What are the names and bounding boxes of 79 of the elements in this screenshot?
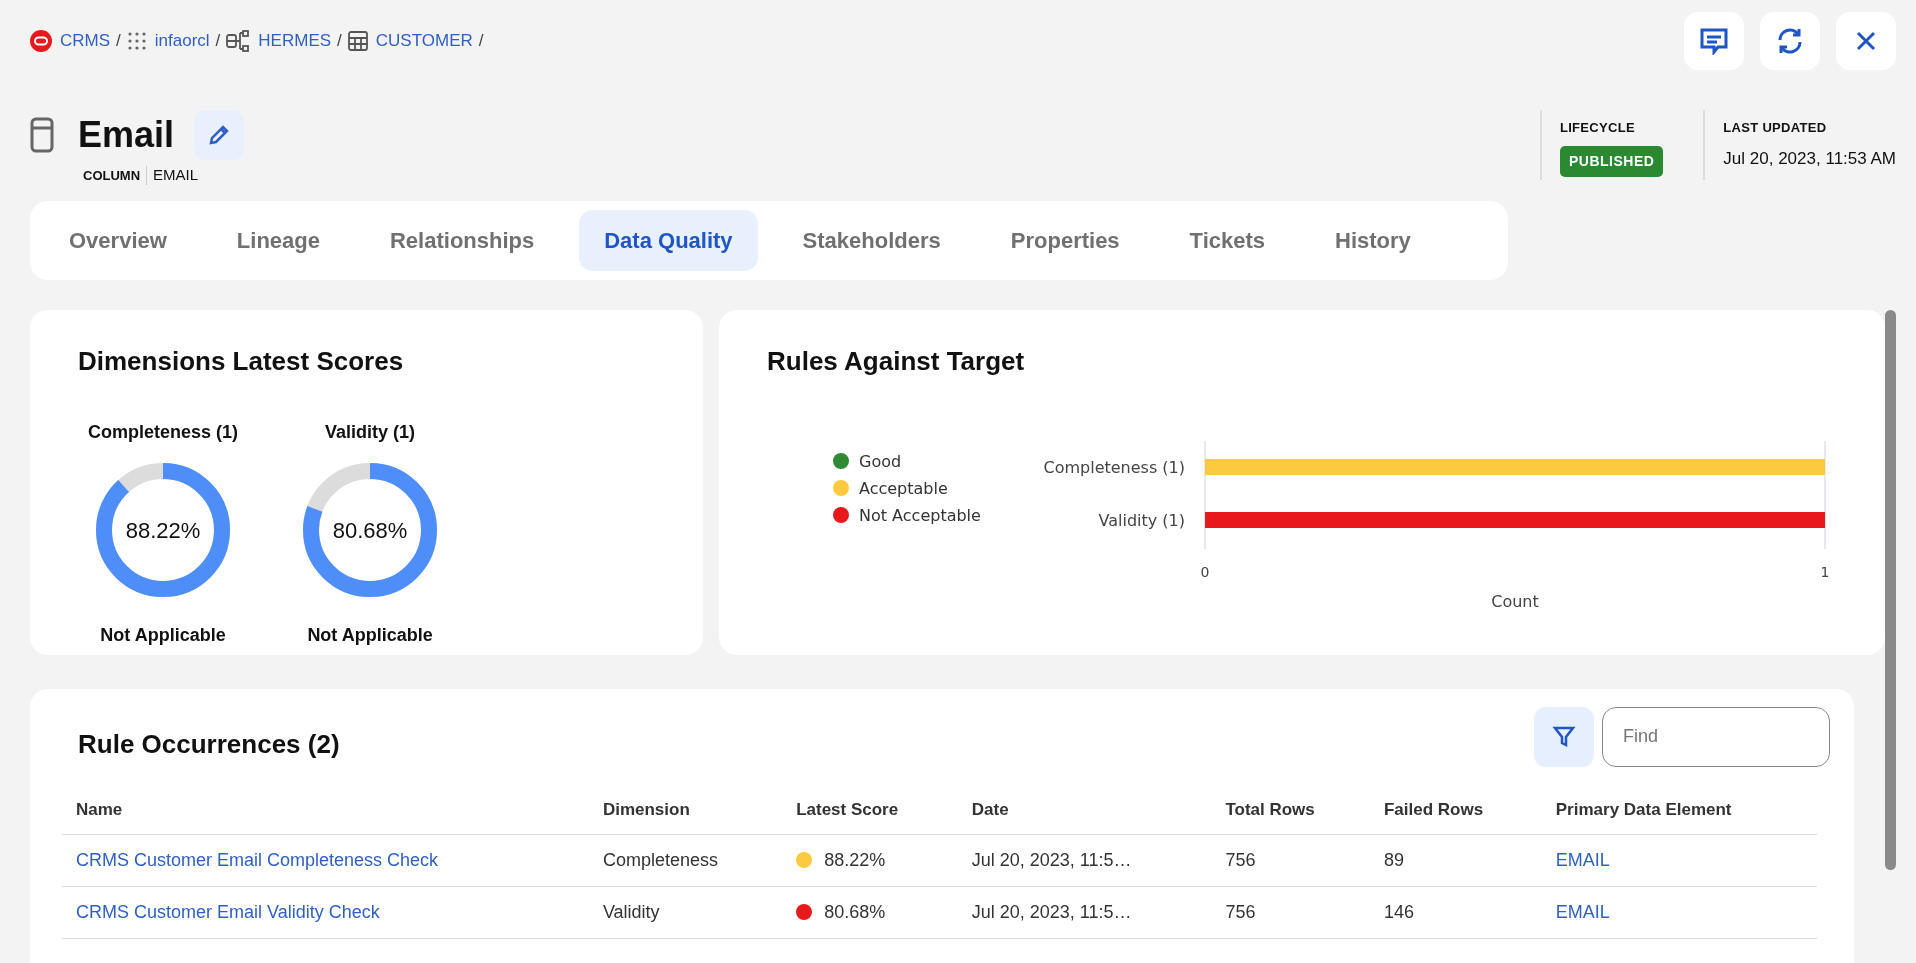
dimension-label: Validity (1) (325, 420, 416, 444)
asset-title: Email (78, 113, 175, 157)
last-updated-label: LAST UPDATED (1723, 119, 1828, 137)
table-icon (347, 30, 368, 51)
panel-title: Rules Against Target (767, 345, 1026, 377)
table-cell: Jul 20, 2023, 11:5… (971, 850, 1132, 870)
asset-type-label: COLUMN (83, 165, 148, 185)
tick-label: 0 (1200, 563, 1210, 580)
column-icon (30, 117, 54, 153)
legend-label: Not Acceptable (859, 505, 981, 525)
tab[interactable]: Overview (44, 209, 192, 271)
table-cell: 756 (1225, 902, 1256, 922)
donut-value: 80.68% (332, 516, 408, 545)
scrollbar-thumb[interactable] (1885, 310, 1896, 870)
rule-link[interactable]: CRMS Customer Email Validity Check (76, 902, 380, 922)
table-cell: 80.68% (824, 902, 886, 922)
category-label: Validity (1) (1098, 510, 1185, 530)
lifecycle-label: LIFECYCLE (1559, 119, 1636, 137)
table-cell: Completeness (602, 850, 718, 870)
tick-label: 1 (1820, 563, 1830, 580)
legend-item: Acceptable (833, 478, 948, 498)
legend-item: Good (833, 451, 902, 471)
last-updated-value: Jul 20, 2023, 11:53 AM (1723, 147, 1896, 170)
breadcrumb-link[interactable]: HERMES (258, 28, 332, 54)
breadcrumb-separator: / (478, 30, 484, 52)
find-field[interactable]: Find (1602, 706, 1830, 767)
grid-icon (126, 30, 147, 51)
tab[interactable]: Properties (985, 209, 1145, 271)
column-header: Total Rows (1211, 784, 1370, 835)
tab[interactable]: Relationships (365, 209, 560, 271)
column-header: Primary Data Element (1541, 784, 1817, 835)
rule-link[interactable]: CRMS Customer Email Completeness Check (76, 850, 439, 870)
column-header: Name (62, 784, 589, 835)
element-link[interactable]: EMAIL (1555, 850, 1610, 870)
table-cell: Jul 20, 2023, 11:5… (971, 902, 1132, 922)
column-header: Failed Rows (1370, 784, 1542, 835)
dimension-status: Not Applicable (100, 623, 226, 647)
category-label: Completeness (1) (1043, 457, 1185, 477)
column-header: Dimension (588, 784, 783, 835)
breadcrumb-separator: / (215, 30, 221, 52)
breadcrumb-link[interactable]: infaorcl (154, 28, 210, 54)
table-cell: 146 (1384, 902, 1415, 922)
breadcrumb-link[interactable]: CRMS (60, 28, 111, 54)
tab[interactable]: History (1310, 209, 1436, 271)
database-logo-icon (30, 29, 52, 52)
close-button[interactable] (1836, 12, 1896, 70)
breadcrumb-separator: / (116, 30, 121, 52)
axis-title: Count (1491, 591, 1539, 611)
table-cell: 88.22% (824, 850, 886, 870)
dimension-label: Completeness (1) (88, 420, 239, 444)
breadcrumb-separator: / (337, 30, 342, 52)
tab[interactable]: Tickets (1164, 209, 1291, 271)
table-cell: 89 (1384, 850, 1404, 870)
legend-label: Good (859, 451, 902, 471)
legend-label: Acceptable (859, 478, 948, 498)
table-cell: Validity (602, 902, 660, 922)
refresh-button[interactable] (1760, 12, 1820, 70)
comment-button[interactable] (1684, 12, 1744, 70)
breadcrumb-link[interactable]: CUSTOMER (375, 28, 473, 54)
comment-icon (1699, 27, 1729, 55)
panel-title: Dimensions Latest Scores (78, 345, 405, 377)
lifecycle-status: PUBLISHED (1559, 145, 1664, 177)
column-header: Date (957, 784, 1212, 835)
close-icon (1856, 31, 1876, 51)
edit-button[interactable] (194, 110, 245, 160)
element-link[interactable]: EMAIL (1555, 902, 1610, 922)
tab[interactable]: Stakeholders (777, 209, 966, 271)
table-cell: 756 (1225, 850, 1256, 870)
schema-icon (226, 29, 251, 52)
filter-icon (1552, 724, 1576, 749)
legend-item: Not Acceptable (833, 505, 981, 525)
filter-button[interactable] (1534, 706, 1594, 767)
dimension-status: Not Applicable (307, 623, 433, 647)
tab[interactable]: Data Quality (579, 209, 758, 271)
donut-value: 88.22% (125, 516, 201, 545)
column-header: Latest Score (782, 784, 958, 835)
asset-type-value: EMAIL (152, 165, 199, 185)
tab[interactable]: Lineage (211, 209, 345, 271)
panel-title: Rule Occurrences (2) (78, 728, 340, 761)
